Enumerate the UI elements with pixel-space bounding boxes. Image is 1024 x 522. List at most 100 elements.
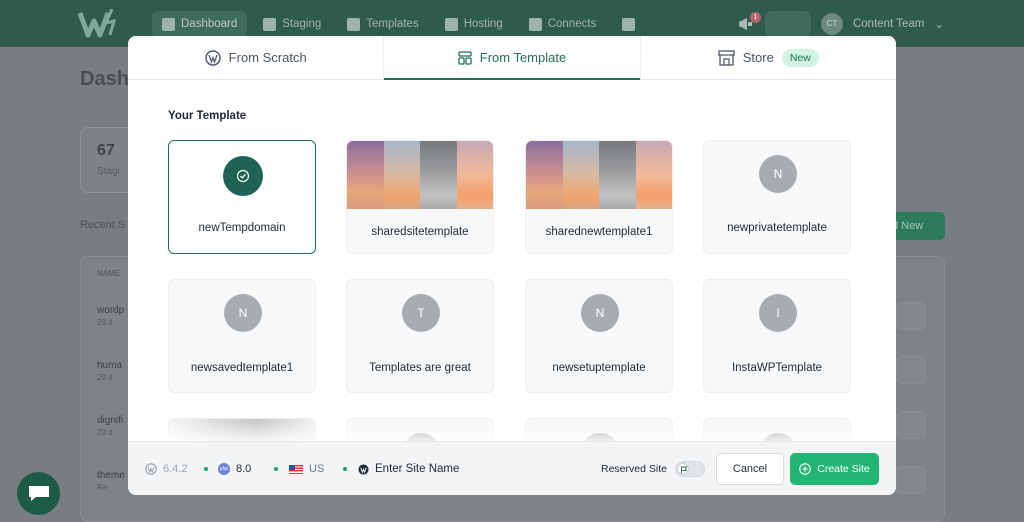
nav-dashboard[interactable]: Dashboard — [152, 11, 248, 37]
avatar[interactable]: CT — [820, 13, 843, 35]
template-card[interactable]: sharednewtemplate1 — [525, 140, 673, 254]
template-avatar: N — [581, 294, 619, 332]
nav-label: Dashboard — [181, 18, 238, 30]
table-row[interactable]: theme Re — [97, 470, 125, 492]
nav-templates[interactable]: Templates — [337, 11, 428, 37]
chat-icon — [29, 486, 49, 501]
row-meta: 29 d — [97, 318, 113, 327]
template-name: Templates are great — [369, 362, 471, 374]
section-title: Your Template — [168, 110, 247, 122]
plus-circle-icon — [799, 463, 811, 475]
wp-version-value: 6.4.2 — [163, 463, 188, 475]
php-version[interactable]: php 8.0 — [218, 442, 251, 495]
separator-dot — [274, 467, 278, 471]
row-name: huma — [97, 360, 123, 371]
table-row[interactable]: huma 29 d — [97, 360, 122, 382]
site-name-field[interactable]: Enter Site Name — [358, 442, 459, 495]
template-avatar: T — [402, 294, 440, 332]
reserved-site-toggle[interactable] — [674, 461, 705, 477]
modal-footer: 6.4.2 php 8.0 US Enter Site Name Reserve… — [128, 441, 896, 495]
selected-check-icon — [223, 156, 263, 196]
wp-version[interactable]: 6.4.2 — [145, 442, 187, 495]
notifications-button[interactable]: 1 — [737, 12, 761, 32]
instawp-logo[interactable] — [78, 9, 120, 39]
row-name: wordp — [97, 305, 125, 316]
new-badge: New — [781, 48, 819, 67]
workspace-switcher[interactable] — [764, 11, 811, 37]
site-name-placeholder: Enter Site Name — [375, 463, 460, 475]
row-name: dignifi — [97, 415, 124, 426]
template-card[interactable]: N newsavedtemplate1 — [168, 279, 316, 393]
chevron-down-icon[interactable]: ⌄ — [934, 17, 944, 31]
share-button[interactable] — [896, 302, 926, 330]
nav-label: Connects — [547, 18, 597, 30]
table-header-name: NAME — [97, 269, 121, 278]
team-name[interactable]: Content Team — [853, 18, 924, 30]
nav-label: Templates — [366, 18, 419, 30]
reserved-site-toggle-group: Reserved Site — [601, 442, 705, 495]
table-row[interactable]: dignifi 29 d — [97, 415, 123, 437]
modal-tabs: From Scratch From Template Store New — [128, 36, 896, 80]
region-select[interactable]: US — [289, 442, 324, 495]
template-card[interactable]: N newprivatetemplate — [703, 140, 851, 254]
table-row[interactable]: wordp 29 d — [97, 305, 124, 327]
template-name: InstaWPTemplate — [731, 362, 823, 374]
separator-dot — [343, 467, 347, 471]
nav-label: Staging — [282, 18, 322, 30]
nav-connects[interactable]: Connects — [519, 11, 607, 37]
cube-icon — [263, 17, 277, 31]
notification-count: 1 — [749, 12, 761, 23]
nav-staging[interactable]: Staging — [253, 11, 331, 37]
tab-label: From Template — [479, 50, 567, 65]
header-right: 1 CT Content Team ⌄ — [737, 11, 944, 37]
region-value: US — [309, 463, 325, 475]
chat-button[interactable] — [17, 472, 60, 515]
template-avatar: I — [759, 294, 797, 332]
wordpress-icon — [358, 463, 369, 475]
row-name: theme — [97, 470, 125, 481]
nav-hosting[interactable]: Hosting — [435, 11, 513, 37]
template-card[interactable]: sharedsitetemplate — [346, 140, 494, 254]
wordpress-icon — [145, 463, 157, 475]
template-card[interactable]: newTempdomain — [168, 140, 316, 254]
wordpress-icon — [204, 49, 221, 66]
template-grid: newTempdomain sharedsitetemplate sharedn… — [168, 140, 854, 450]
template-avatar: N — [759, 155, 797, 193]
template-name: sharednewtemplate1 — [545, 226, 653, 238]
template-name: newTempdomain — [198, 222, 286, 234]
template-name: newprivatetemplate — [727, 222, 827, 234]
template-icon — [347, 17, 361, 31]
stat-value: 67 — [97, 142, 115, 159]
row-meta: 29 d — [97, 373, 113, 382]
toggle-knob — [676, 463, 689, 475]
share-button[interactable] — [896, 411, 926, 439]
template-card[interactable]: I InstaWPTemplate — [703, 279, 851, 393]
template-card[interactable]: N newsetuptemplate — [525, 279, 673, 393]
php-version-value: 8.0 — [236, 463, 252, 475]
scroll-fade — [128, 421, 896, 443]
main-nav: Dashboard Staging Templates Hosting Conn… — [152, 11, 645, 37]
share-button[interactable] — [896, 356, 926, 384]
share-button[interactable] — [896, 466, 926, 494]
store-icon — [718, 49, 735, 66]
nav-apps[interactable] — [612, 11, 645, 37]
us-flag-icon — [289, 464, 303, 474]
template-icon — [458, 50, 472, 65]
cloud-icon — [444, 17, 458, 31]
row-meta: Re — [97, 483, 108, 492]
tab-label: From Scratch — [228, 50, 307, 65]
template-card[interactable]: T Templates are great — [346, 279, 494, 393]
tab-store[interactable]: Store New — [641, 36, 896, 79]
template-name: newsetuptemplate — [552, 362, 646, 374]
toggle-icon — [528, 17, 542, 31]
grid-icon — [622, 17, 636, 31]
template-avatar: N — [224, 294, 262, 332]
create-site-label: Create Site — [817, 463, 870, 475]
create-site-button[interactable]: Create Site — [790, 453, 879, 485]
template-thumbnail — [347, 141, 493, 209]
tab-from-template[interactable]: From Template — [384, 36, 641, 80]
recent-sites-label: Recent S — [80, 219, 126, 231]
stat-label: Stagi — [97, 166, 120, 177]
tab-from-scratch[interactable]: From Scratch — [128, 36, 385, 79]
cancel-button[interactable]: Cancel — [716, 453, 784, 485]
